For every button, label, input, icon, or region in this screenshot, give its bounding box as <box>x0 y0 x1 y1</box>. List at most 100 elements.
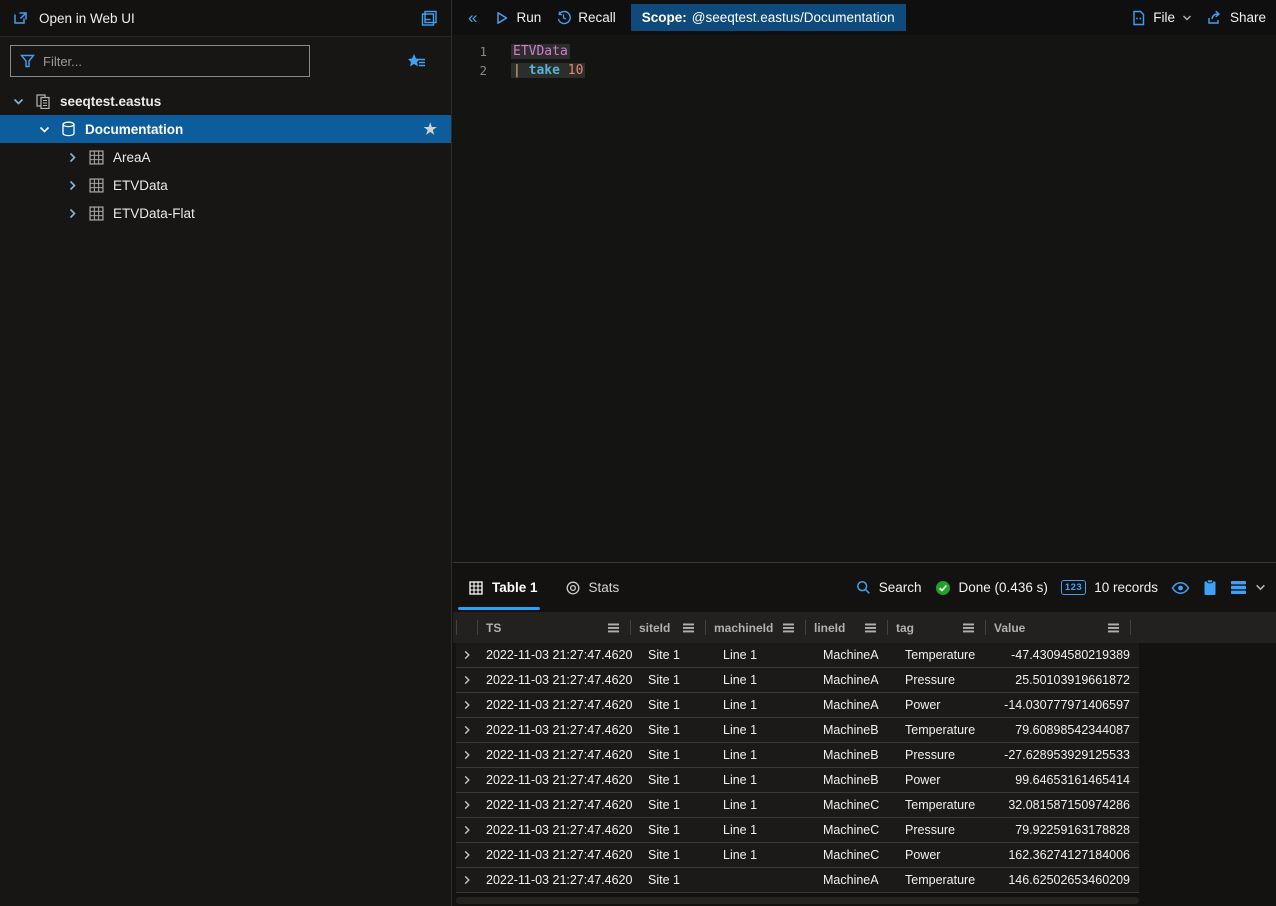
row-expand-icon[interactable] <box>456 700 477 710</box>
cell-siteid: Site 1 <box>639 773 714 787</box>
editor-line[interactable]: 1ETVData <box>453 42 1276 61</box>
favorite-star-icon[interactable]: ★ <box>424 120 437 138</box>
results-grid-body: 2022-11-03 21:27:47.4620 Site 1 Line 1 M… <box>453 643 1276 893</box>
column-menu-icon[interactable] <box>962 623 975 633</box>
table-icon <box>89 178 104 193</box>
row-expand-icon[interactable] <box>456 800 477 810</box>
tab-stats[interactable]: Stats <box>552 563 634 612</box>
table-row[interactable]: 2022-11-03 21:27:47.4620 Site 1 Line 1 M… <box>456 843 1139 868</box>
query-editor[interactable]: 1ETVData2| take 10 <box>453 35 1276 562</box>
cell-ts: 2022-11-03 21:27:47.4620 <box>477 823 639 837</box>
cell-siteid: Site 1 <box>639 723 714 737</box>
horizontal-scrollbar[interactable] <box>456 897 1139 904</box>
cell-machineid: Line 1 <box>714 648 814 662</box>
chevron-down-icon <box>1255 582 1266 593</box>
scope-selector[interactable]: Scope: @seeqtest.eastus/Documentation <box>631 4 906 31</box>
column-header-value[interactable]: Value <box>985 612 1130 643</box>
chevron-right-icon[interactable] <box>64 180 80 191</box>
database-icon <box>61 121 76 137</box>
cell-machineid: Line 1 <box>714 723 814 737</box>
toggle-sidebar-panel-icon[interactable] <box>420 9 438 27</box>
row-expand-icon[interactable] <box>456 775 477 785</box>
table-list: AreaA ETVData ETVData-Flat <box>0 143 451 227</box>
column-menu-icon[interactable] <box>607 623 620 633</box>
chevron-down-icon <box>1182 13 1192 23</box>
open-in-web-ui-link[interactable]: Open in Web UI <box>13 10 135 26</box>
sidebar-item-table[interactable]: AreaA <box>0 143 451 171</box>
cell-value: 99.64653161465414 <box>994 773 1139 787</box>
sidebar-item-table[interactable]: ETVData <box>0 171 451 199</box>
row-expand-icon[interactable] <box>456 650 477 660</box>
row-expand-icon[interactable] <box>456 825 477 835</box>
cell-value: 162.36274127184006 <box>994 848 1139 862</box>
search-button[interactable]: Search <box>856 580 922 595</box>
column-menu-icon[interactable] <box>864 623 877 633</box>
table-row[interactable]: 2022-11-03 21:27:47.4620 Site 1 Line 1 M… <box>456 643 1139 668</box>
row-expand-icon[interactable] <box>456 725 477 735</box>
chevron-down-icon[interactable] <box>36 124 52 135</box>
column-menu-icon[interactable] <box>1107 623 1120 633</box>
code-token <box>560 63 568 78</box>
chevron-right-icon[interactable] <box>64 152 80 163</box>
tab-label: Table 1 <box>492 580 538 595</box>
cell-machineid: Line 1 <box>714 748 814 762</box>
number-badge-icon: 123 <box>1061 580 1086 595</box>
sidebar-item-cluster[interactable]: seeqtest.eastus <box>0 87 451 115</box>
chevron-down-icon[interactable] <box>10 96 26 107</box>
row-expand-icon[interactable] <box>456 850 477 860</box>
table-row[interactable]: 2022-11-03 21:27:47.4620 Site 1 Line 1 M… <box>456 793 1139 818</box>
layout-mode-button[interactable] <box>1230 580 1266 595</box>
history-icon <box>556 10 571 25</box>
sidebar-item-table[interactable]: ETVData-Flat <box>0 199 451 227</box>
column-header-lineid[interactable]: lineId <box>805 612 887 643</box>
cell-lineid: MachineC <box>814 848 896 862</box>
run-button[interactable]: Run <box>495 10 541 25</box>
tab-label: Stats <box>589 580 620 595</box>
filter-input[interactable] <box>43 54 300 69</box>
cluster-name: seeqtest.eastus <box>60 94 161 109</box>
cell-lineid: MachineB <box>814 773 896 787</box>
cell-ts: 2022-11-03 21:27:47.4620 <box>477 673 639 687</box>
cell-machineid: Line 1 <box>714 823 814 837</box>
cluster-icon <box>35 93 51 109</box>
results-status-bar: Search Done (0.436 s) 123 10 records <box>856 579 1266 596</box>
table-row[interactable]: 2022-11-03 21:27:47.4620 Site 1 MachineA… <box>456 868 1139 893</box>
filter-input-box[interactable] <box>10 45 310 77</box>
collapse-sidebar-button[interactable]: « <box>465 9 480 26</box>
table-row[interactable]: 2022-11-03 21:27:47.4620 Site 1 Line 1 M… <box>456 693 1139 718</box>
editor-toolbar: « Run Recall Scope: @seeqtest.eastus/Doc… <box>453 0 1276 35</box>
cell-value: 79.92259163178828 <box>994 823 1139 837</box>
cell-machineid: Line 1 <box>714 773 814 787</box>
row-expand-icon[interactable] <box>456 675 477 685</box>
open-in-web-ui-label: Open in Web UI <box>39 11 135 26</box>
recall-button[interactable]: Recall <box>556 10 616 25</box>
database-name: Documentation <box>85 122 183 137</box>
sidebar-header: Open in Web UI <box>0 0 451 37</box>
cell-ts: 2022-11-03 21:27:47.4620 <box>477 773 639 787</box>
records-label: 10 records <box>1094 580 1158 595</box>
row-expand-icon[interactable] <box>456 750 477 760</box>
column-menu-icon[interactable] <box>782 623 795 633</box>
preview-eye-icon[interactable] <box>1171 581 1190 595</box>
column-header-machineid[interactable]: machineId <box>705 612 805 643</box>
table-row[interactable]: 2022-11-03 21:27:47.4620 Site 1 Line 1 M… <box>456 743 1139 768</box>
column-menu-icon[interactable] <box>682 623 695 633</box>
table-row[interactable]: 2022-11-03 21:27:47.4620 Site 1 Line 1 M… <box>456 768 1139 793</box>
column-header-siteid[interactable]: siteId <box>630 612 705 643</box>
cell-lineid: MachineB <box>814 748 896 762</box>
tab-table-1[interactable]: Table 1 <box>455 563 552 612</box>
row-expand-icon[interactable] <box>456 875 477 885</box>
rows-layout-icon <box>1230 580 1247 595</box>
column-header-tag[interactable]: tag <box>887 612 985 643</box>
sidebar-item-database[interactable]: Documentation ★ <box>0 115 451 143</box>
copy-clipboard-icon[interactable] <box>1203 579 1217 596</box>
table-row[interactable]: 2022-11-03 21:27:47.4620 Site 1 Line 1 M… <box>456 818 1139 843</box>
favorites-filter-icon[interactable] <box>407 53 427 70</box>
column-header-ts[interactable]: TS <box>477 612 630 643</box>
chevron-right-icon[interactable] <box>64 208 80 219</box>
file-menu-button[interactable]: File <box>1131 10 1192 26</box>
editor-line[interactable]: 2| take 10 <box>453 61 1276 80</box>
table-row[interactable]: 2022-11-03 21:27:47.4620 Site 1 Line 1 M… <box>456 718 1139 743</box>
table-row[interactable]: 2022-11-03 21:27:47.4620 Site 1 Line 1 M… <box>456 668 1139 693</box>
share-button[interactable]: Share <box>1207 10 1266 25</box>
